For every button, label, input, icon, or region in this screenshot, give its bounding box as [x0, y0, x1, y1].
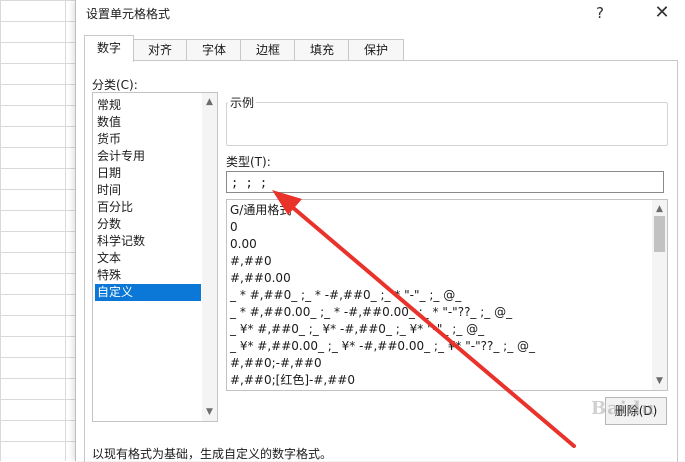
annotation-arrow-icon: [272, 190, 576, 448]
tab-number[interactable]: 数字: [84, 35, 134, 62]
